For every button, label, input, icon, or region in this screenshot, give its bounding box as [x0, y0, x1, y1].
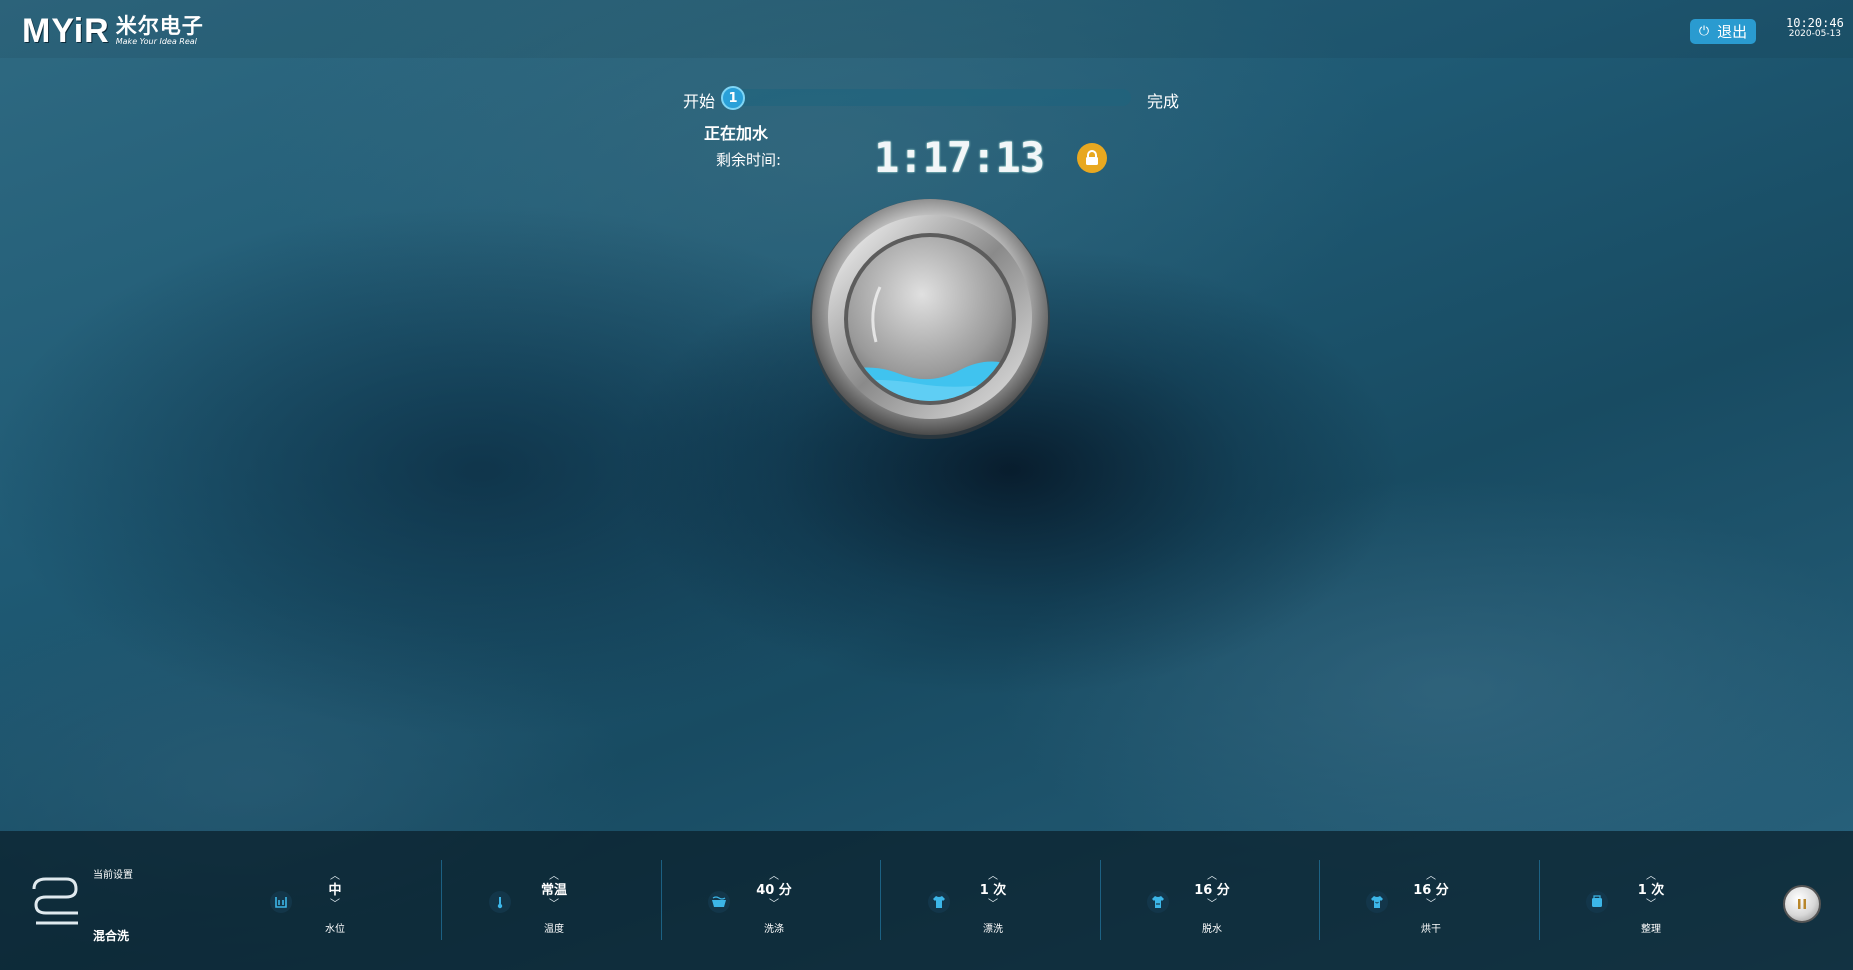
param-value: 40 分 [756, 883, 792, 898]
param-water-level: ︿ 中 ﹀ 水位 [305, 872, 365, 936]
iron-icon [1586, 891, 1608, 913]
logo-slogan: Make Your Idea Real [115, 37, 197, 46]
increase-arrow[interactable]: ︿ [1401, 872, 1461, 882]
increase-arrow[interactable]: ︿ [305, 872, 365, 882]
wash-tub-icon [708, 891, 730, 913]
increase-arrow[interactable]: ︿ [963, 872, 1023, 882]
param-label: 水位 [325, 924, 345, 935]
param-spin-time: ︿ 16 分 ﹀ 脱水 [1182, 872, 1242, 936]
child-lock-button[interactable] [1077, 143, 1107, 173]
divider [1539, 860, 1540, 940]
top-bar [0, 0, 1853, 58]
param-label: 温度 [544, 924, 564, 935]
exit-button-label: 退出 [1717, 23, 1748, 41]
increase-arrow[interactable]: ︿ [524, 872, 584, 882]
clock-date: 2020-05-13 [1788, 29, 1842, 40]
current-settings-label: 当前设置 [93, 870, 133, 881]
increase-arrow[interactable]: ︿ [744, 872, 804, 882]
lock-icon [1086, 150, 1098, 165]
increase-arrow[interactable]: ︿ [1621, 872, 1681, 882]
decrease-arrow[interactable]: ﹀ [1401, 900, 1461, 910]
decrease-arrow[interactable]: ﹀ [1621, 900, 1681, 910]
param-label: 烘干 [1421, 924, 1441, 935]
decrease-arrow[interactable]: ﹀ [524, 900, 584, 910]
brand-logo: MYiR 米尔电子 Make Your Idea Real [22, 11, 204, 50]
pause-button[interactable] [1783, 885, 1821, 923]
thermometer-icon [489, 891, 511, 913]
param-dry-time: ︿ 16 分 ﹀ 烘干 [1401, 872, 1461, 936]
pause-icon [1798, 899, 1806, 909]
remaining-time-display: 1:17:13 [874, 133, 1045, 182]
exit-button[interactable]: ⏻ 退出 [1690, 19, 1756, 44]
washer-drum [810, 192, 1050, 442]
param-value: 16 分 [1413, 883, 1449, 898]
decrease-arrow[interactable]: ﹀ [963, 900, 1023, 910]
power-icon: ⏻ [1698, 24, 1710, 39]
decrease-arrow[interactable]: ﹀ [744, 900, 804, 910]
logo-mark: MYiR [22, 11, 110, 50]
param-label: 洗涤 [764, 924, 784, 935]
rinse-shirt-icon [928, 891, 950, 913]
divider [1100, 860, 1101, 940]
param-value: 1 次 [1637, 883, 1665, 898]
param-label: 漂洗 [983, 924, 1003, 935]
dry-shirt-icon [1366, 891, 1388, 913]
param-label: 脱水 [1202, 924, 1222, 935]
param-value: 常温 [540, 883, 567, 898]
divider [441, 860, 442, 940]
param-value: 中 [328, 883, 342, 898]
decrease-arrow[interactable]: ﹀ [1182, 900, 1242, 910]
param-temperature: ︿ 常温 ﹀ 温度 [524, 872, 584, 936]
wash-mode-name: 混合洗 [93, 929, 130, 943]
param-label: 整理 [1641, 924, 1661, 935]
param-rinse-count: ︿ 1 次 ﹀ 漂洗 [963, 872, 1023, 936]
divider [661, 860, 662, 940]
water-level-icon [270, 891, 292, 913]
logo-chinese-text: 米尔电子 [115, 14, 204, 38]
decrease-arrow[interactable]: ﹀ [305, 900, 365, 910]
progress-start-label: 开始 [683, 92, 716, 111]
progress-track [735, 89, 1131, 106]
wash-status: 正在加水 [704, 124, 769, 143]
increase-arrow[interactable]: ︿ [1182, 872, 1242, 882]
logo-text: 米尔电子 Make Your Idea Real [116, 16, 204, 46]
progress-end-label: 完成 [1147, 92, 1180, 111]
divider [880, 860, 881, 940]
param-value: 16 分 [1194, 883, 1230, 898]
param-wash-time: ︿ 40 分 ﹀ 洗涤 [744, 872, 804, 936]
spin-shirt-icon [1147, 891, 1169, 913]
progress-step-indicator: 1 [721, 86, 745, 110]
remaining-time-label: 剩余时间: [716, 151, 782, 169]
divider [1319, 860, 1320, 940]
param-value: 1 次 [979, 883, 1007, 898]
mixed-wash-icon [32, 877, 78, 925]
param-finish-count: ︿ 1 次 ﹀ 整理 [1621, 872, 1681, 936]
clock: 10:20:46 2020-05-13 [1786, 16, 1844, 40]
